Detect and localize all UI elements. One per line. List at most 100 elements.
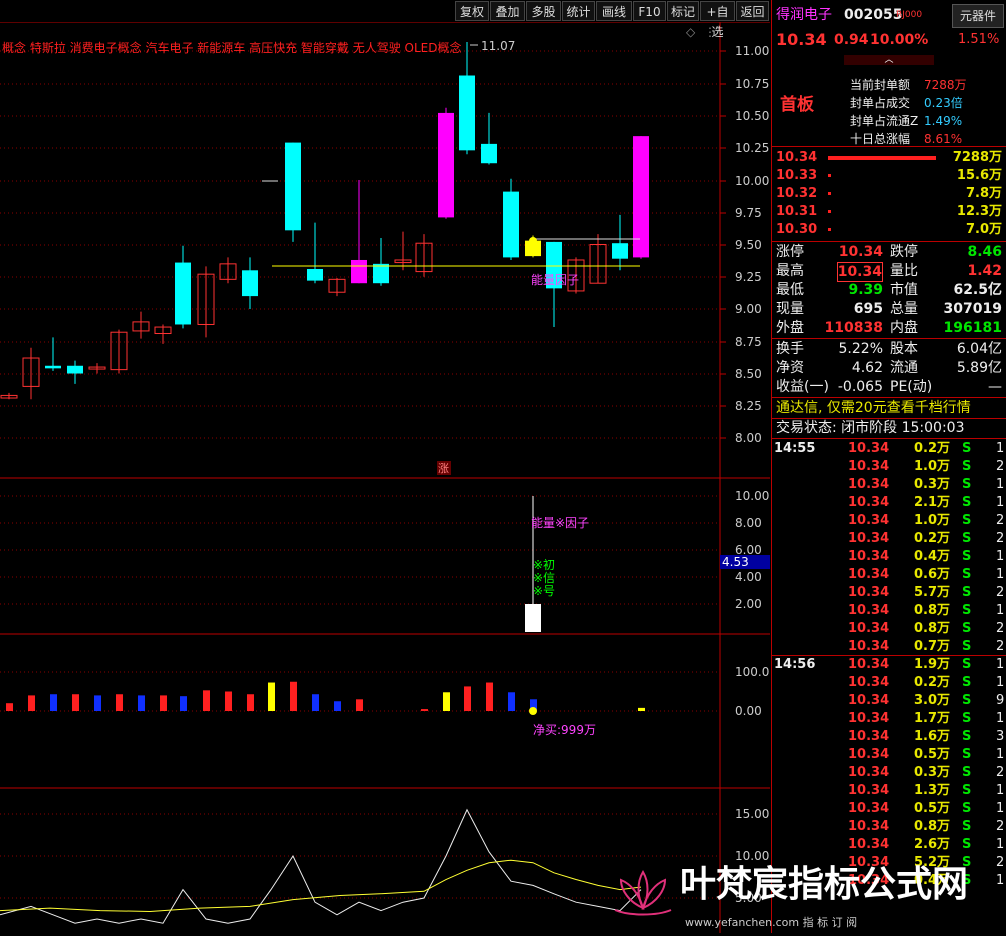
candle-body[interactable] bbox=[481, 143, 497, 164]
orderbook-row[interactable]: 10.33 15.6万 bbox=[774, 167, 1004, 185]
ob-price: 10.34 bbox=[776, 150, 818, 165]
tick-vol: 0.8万 bbox=[914, 603, 951, 618]
promo-link[interactable]: 通达信, 仅需20元查看千档行情 bbox=[774, 399, 1004, 417]
tick-price: 10.34 bbox=[848, 783, 890, 798]
tick-price: 10.34 bbox=[848, 819, 890, 834]
tick-side: S bbox=[962, 459, 972, 474]
tick-count: 2 bbox=[996, 459, 1005, 474]
candle-body[interactable] bbox=[175, 262, 191, 325]
candle-body[interactable] bbox=[242, 270, 258, 297]
toolbar-button-4[interactable]: 画线 bbox=[596, 1, 632, 21]
energy-title: 能量※因子 bbox=[531, 516, 589, 530]
orderbook-row[interactable]: 10.34 7288万 bbox=[774, 149, 1004, 167]
tick-price: 10.34 bbox=[848, 567, 890, 582]
tick-count: 1 bbox=[996, 603, 1005, 618]
toolbar-button-7[interactable]: +自选 bbox=[700, 1, 735, 39]
toolbar-button-5[interactable]: F10 bbox=[633, 1, 666, 21]
stat-value: 5.22% bbox=[838, 341, 883, 357]
toolbar-button-3[interactable]: 统计 bbox=[562, 1, 595, 21]
tick-count: 1 bbox=[996, 837, 1005, 852]
toolbar: 复权 叠加 多股 统计 画线 F10 标记 +自选 返回 bbox=[0, 0, 770, 39]
tick-row: 10.34 0.2万 S 2 bbox=[772, 530, 1006, 548]
tick-vol: 1.3万 bbox=[914, 783, 951, 798]
chart-canvas[interactable]: 11.00 10.75 10.50 10.25 10.00 9.75 9.50 9.25 9.0… bbox=[0, 0, 770, 933]
toolbar-button-8[interactable]: 返回 bbox=[736, 1, 769, 21]
candle-body[interactable] bbox=[285, 142, 301, 231]
stats-row: 现量 695 总量 307019 bbox=[774, 300, 1004, 318]
candle-body[interactable] bbox=[612, 243, 628, 259]
tick-count: 2 bbox=[996, 585, 1005, 600]
tick-price: 10.34 bbox=[848, 801, 890, 816]
stat-value: 307019 bbox=[943, 301, 1002, 317]
toolbar-button-1[interactable]: 叠加 bbox=[490, 1, 525, 21]
energy-value: 4.53 bbox=[722, 555, 749, 569]
orderbook-row[interactable]: 10.31 12.3万 bbox=[774, 203, 1004, 221]
price-tick: 8.75 bbox=[735, 335, 762, 349]
candle-body[interactable] bbox=[503, 191, 519, 258]
osc-yellow-line bbox=[0, 859, 642, 912]
tick-row: 10.34 0.8万 S 2 bbox=[772, 818, 1006, 836]
flow-bar bbox=[247, 694, 254, 711]
tick-price: 10.34 bbox=[848, 549, 890, 564]
stat-label: 跌停 bbox=[890, 244, 918, 260]
tick-price: 10.34 bbox=[848, 675, 890, 690]
toolbar-button-2[interactable]: 多股 bbox=[526, 1, 561, 21]
tick-side: S bbox=[962, 729, 972, 744]
tick-price: 10.34 bbox=[848, 513, 890, 528]
candle-body[interactable] bbox=[45, 365, 61, 369]
stat-label: 现量 bbox=[776, 301, 804, 317]
tick-vol: 0.5万 bbox=[914, 801, 951, 816]
candle-body[interactable] bbox=[459, 75, 475, 151]
net-buy: 净买:999万 bbox=[533, 723, 596, 737]
orderbook-row[interactable]: 10.30 7.0万 bbox=[774, 221, 1004, 239]
signal-text: ※号 bbox=[533, 584, 555, 598]
ob-bar bbox=[828, 210, 831, 213]
price-tick: 10.00 bbox=[735, 174, 769, 188]
tick-price: 10.34 bbox=[848, 711, 890, 726]
tick-count: 2 bbox=[996, 621, 1005, 636]
flow-bar bbox=[443, 692, 450, 711]
flow-tick: 100.0 bbox=[735, 665, 769, 679]
ob-price: 10.32 bbox=[776, 186, 818, 201]
tick-row: 10.34 0.3万 S 1 bbox=[772, 476, 1006, 494]
tick-count: 1 bbox=[996, 567, 1005, 582]
price-tick: 10.50 bbox=[735, 109, 769, 123]
stat-label: PE(动) bbox=[890, 379, 933, 395]
flow-bar bbox=[464, 686, 471, 711]
price-row: 10.34 0.94 10.00% 1.51% bbox=[774, 31, 1004, 53]
candle-body[interactable] bbox=[373, 263, 389, 284]
concept-line: 概念 特斯拉 消费电子概念 汽车电子 新能源车 高压快充 智能穿戴 无人驾驶 O… bbox=[2, 40, 461, 55]
toolbar-button-6[interactable]: 标记 bbox=[667, 1, 699, 21]
tick-side: S bbox=[962, 801, 972, 816]
candle-body[interactable] bbox=[307, 269, 323, 281]
ob-vol: 12.3万 bbox=[956, 204, 1002, 219]
tick-row: 10.34 1.6万 S 3 bbox=[772, 728, 1006, 746]
tick-price: 10.34 bbox=[848, 477, 890, 492]
collapse-button[interactable]: ︿ bbox=[844, 55, 934, 65]
tick-side: S bbox=[962, 603, 972, 618]
flow-bar bbox=[116, 694, 123, 711]
flow-bar bbox=[180, 696, 187, 711]
price-tick: 9.50 bbox=[735, 238, 762, 252]
candle-body[interactable] bbox=[438, 112, 454, 218]
quote-panel: 得润电子 002055 RJ000 元器件 10.34 0.94 10.00% 1.51% ︿ 首… bbox=[771, 0, 1006, 933]
seal-label: 当前封单额 bbox=[850, 78, 911, 92]
orderbook-row[interactable]: 10.32 7.8万 bbox=[774, 185, 1004, 203]
candle-body[interactable] bbox=[351, 259, 367, 284]
energy-tick: 2.00 bbox=[735, 597, 762, 611]
stock-tag: RJ000 bbox=[896, 10, 923, 20]
stat-label: 量比 bbox=[890, 263, 918, 279]
tick-side: S bbox=[962, 549, 972, 564]
seal-label: 封单占流通Z bbox=[850, 114, 919, 128]
sector-button[interactable]: 元器件 bbox=[952, 4, 1004, 28]
tick-row: 10.34 0.8万 S 1 bbox=[772, 602, 1006, 620]
high-label: 11.07 bbox=[481, 39, 515, 53]
ob-vol: 7.0万 bbox=[965, 222, 1002, 237]
tick-price: 10.34 bbox=[848, 603, 890, 618]
tick-vol: 1.0万 bbox=[914, 459, 951, 474]
toolbar-button-0[interactable]: 复权 bbox=[455, 1, 489, 21]
tick-side: S bbox=[962, 531, 972, 546]
candle-body[interactable] bbox=[67, 365, 83, 374]
ob-price: 10.33 bbox=[776, 168, 818, 183]
kline-area[interactable]: 11.00 10.75 10.50 10.25 10.00 9.75 9.50 9.25 9.0… bbox=[0, 0, 770, 933]
